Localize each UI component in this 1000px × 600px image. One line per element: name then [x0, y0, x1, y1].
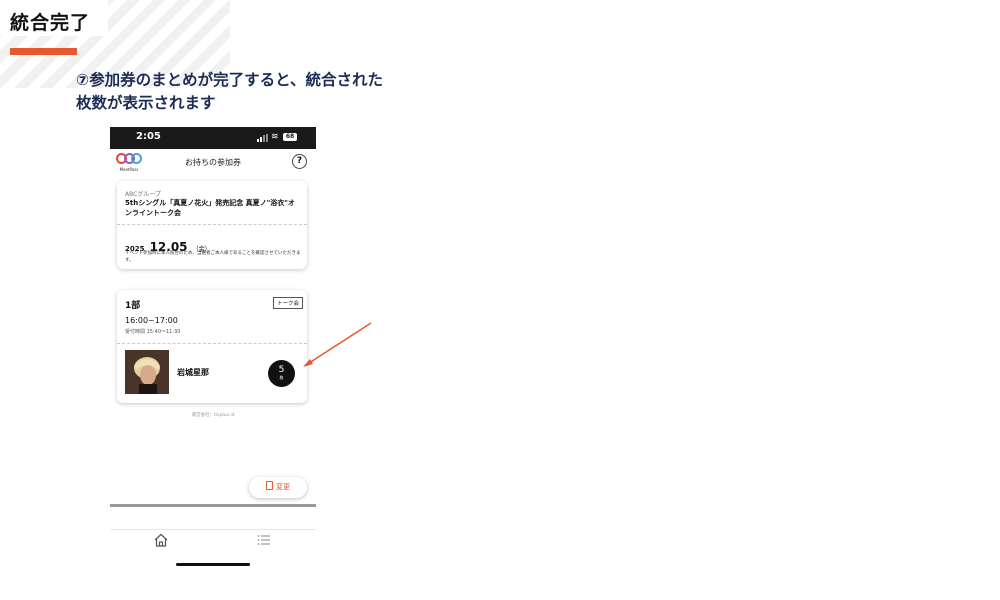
annotation-arrow [303, 322, 372, 367]
tab-bar-border [110, 529, 316, 530]
event-divider [117, 224, 307, 225]
phone-icon [266, 481, 273, 490]
slide-title: 統合完了 [10, 12, 91, 34]
home-indicator [176, 563, 250, 566]
ticket-unit: 枚 [279, 375, 284, 380]
change-button[interactable]: 変更 [249, 477, 307, 498]
status-time: 2:05 [136, 131, 161, 142]
ticket-count-badge: 5 枚 [268, 360, 295, 387]
change-button-label: 変更 [276, 483, 290, 491]
member-name: 岩城星那 [177, 368, 209, 377]
status-bar: 2:05 ≋ 68 [110, 127, 316, 149]
ticket-count: 5 [278, 365, 285, 375]
list-icon[interactable] [256, 532, 272, 548]
signal-icon [257, 134, 269, 142]
event-title: 5thシングル「真夏ノ花火」発売記念 真夏ノ"浴衣"オンライントーク会 [125, 199, 295, 217]
wifi-icon: ≋ [271, 132, 279, 142]
step-instruction: ⑦参加券のまとめが完了すると、統合された枚数が表示されます [76, 71, 384, 112]
bottom-separator [110, 504, 316, 507]
battery-icon: 68 [283, 133, 297, 141]
app-title: お持ちの参加券 [185, 158, 241, 167]
title-accent-bar [10, 48, 77, 55]
session-time: 16:00~17:00 [125, 316, 178, 325]
home-icon[interactable] [153, 532, 169, 548]
event-notice: イベント参加時に本人照合のため、当選者ご本人様であることを確認させていただきます… [125, 251, 301, 263]
member-photo [125, 350, 169, 394]
phone-screenshot: 2:05 ≋ 68 MeetPass お持ちの参加券 ? ABCグループ 5th… [110, 127, 316, 567]
app-header: MeetPass お持ちの参加券 ? [110, 149, 316, 177]
reception-time: 受付時間 15:40～11:30 [125, 329, 181, 335]
help-button[interactable]: ? [292, 154, 307, 169]
session-divider [117, 343, 307, 344]
session-type-tag: トーク会 [273, 297, 304, 309]
session-card[interactable]: 1部 トーク会 16:00~17:00 受付時間 15:40～11:30 岩城星… [117, 290, 307, 403]
event-card[interactable]: ABCグループ 5thシングル「真夏ノ花火」発売記念 真夏ノ"浴衣"オンライント… [117, 181, 307, 269]
event-organizer: ABCグループ [125, 191, 161, 198]
session-name: 1部 [125, 301, 141, 311]
company-info: 運営会社：tixplus.id [191, 413, 235, 418]
